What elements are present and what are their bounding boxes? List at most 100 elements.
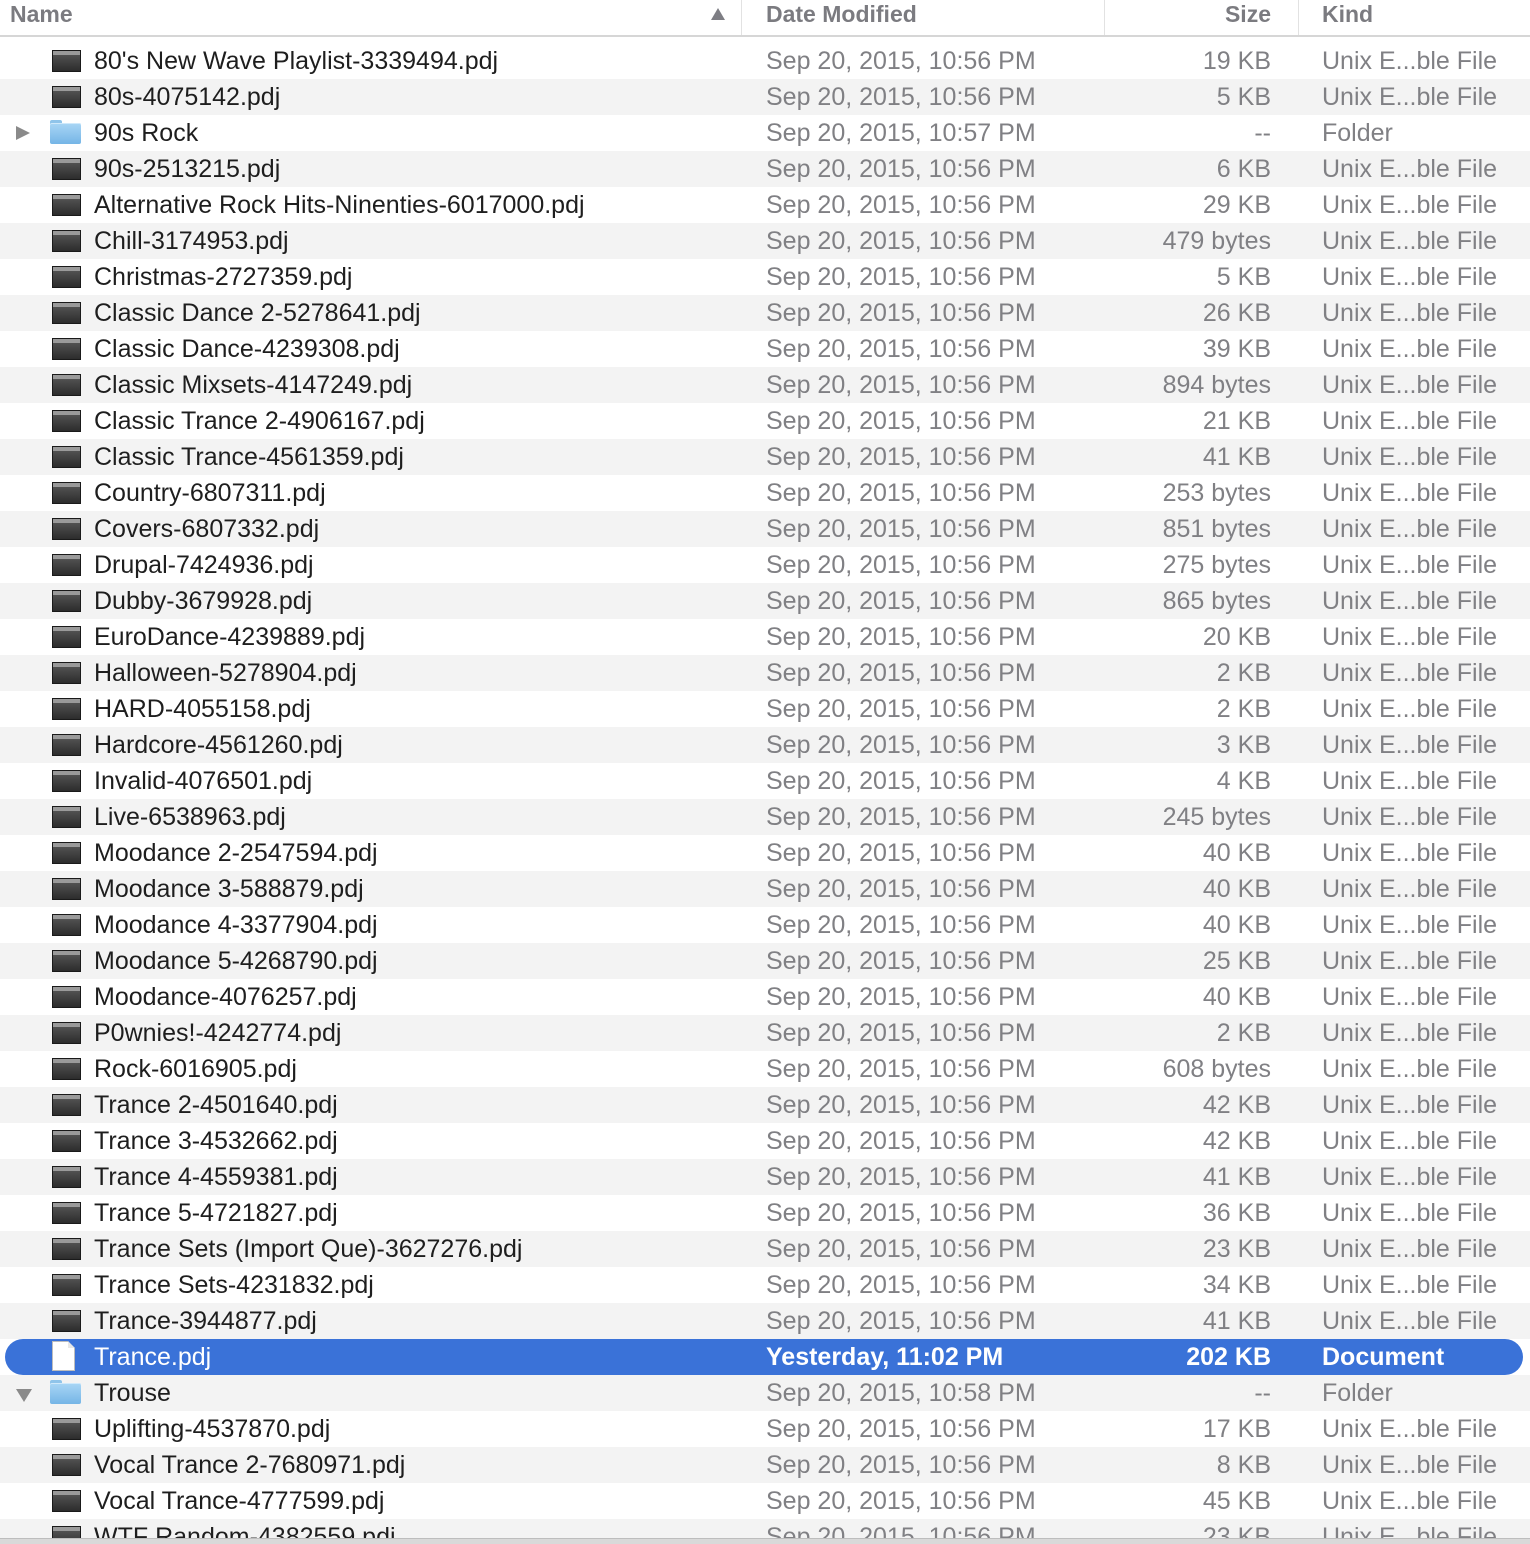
exec-icon [52, 626, 81, 648]
exec-icon [52, 914, 81, 936]
exec-icon [52, 374, 81, 396]
folder-row[interactable]: 90s Rock Sep 20, 2015, 10:57 PM -- Folder [0, 115, 1530, 151]
file-name: Trance-3944877.pdj [94, 1307, 317, 1335]
file-size: 253 bytes [1162, 479, 1271, 507]
column-header-date-modified[interactable]: Date Modified [743, 0, 1105, 35]
folder-icon [50, 1380, 81, 1404]
exec-icon [52, 1418, 81, 1440]
file-size: 36 KB [1202, 1199, 1271, 1227]
file-kind: Unix E...ble File [1322, 911, 1498, 939]
file-row[interactable]: Rock-6016905.pdj Sep 20, 2015, 10:56 PM 60… [0, 1051, 1530, 1087]
file-name: Alternative Rock Hits-Ninenties-6017000.… [94, 191, 585, 219]
file-row[interactable]: Trance 4-4559381.pdj Sep 20, 2015, 10:56 … [0, 1159, 1530, 1195]
file-name: Classic Mixsets-4147249.pdj [94, 371, 413, 399]
exec-icon [52, 1058, 81, 1080]
file-size: 851 bytes [1162, 515, 1271, 543]
column-header-bar: Name Date Modified Size Kind [0, 0, 1530, 37]
exec-icon [52, 1310, 81, 1332]
file-row[interactable]: Hardcore-4561260.pdj Sep 20, 2015, 10:56 … [0, 727, 1530, 763]
exec-icon [52, 1130, 81, 1152]
file-row[interactable]: Moodance 3-588879.pdj Sep 20, 2015, 10:56… [0, 871, 1530, 907]
file-row[interactable]: 90s-2513215.pdj Sep 20, 2015, 10:56 PM 6 K… [0, 151, 1530, 187]
file-row[interactable]: Trance Sets (Import Que)-3627276.pdj Sep … [0, 1231, 1530, 1267]
file-size: 41 KB [1202, 1163, 1271, 1191]
file-row[interactable]: EuroDance-4239889.pdj Sep 20, 2015, 10:56… [0, 619, 1530, 655]
file-row[interactable]: Classic Dance-4239308.pdj Sep 20, 2015, 1… [0, 331, 1530, 367]
file-row[interactable]: Trance Sets-4231832.pdj Sep 20, 2015, 10:… [0, 1267, 1530, 1303]
file-row[interactable]: Moodance 2-2547594.pdj Sep 20, 2015, 10:5… [0, 835, 1530, 871]
file-kind: Unix E...ble File [1322, 1019, 1498, 1047]
file-row[interactable]: Covers-6807332.pdj Sep 20, 2015, 10:56 PM… [0, 511, 1530, 547]
file-kind: Unix E...ble File [1322, 443, 1498, 471]
file-row[interactable]: Halloween-5278904.pdj Sep 20, 2015, 10:56… [0, 655, 1530, 691]
file-row[interactable]: Moodance 4-3377904.pdj Sep 20, 2015, 10:5… [0, 907, 1530, 943]
file-row[interactable]: Live-6538963.pdj Sep 20, 2015, 10:56 PM 24… [0, 799, 1530, 835]
file-size: 39 KB [1202, 335, 1271, 363]
file-row[interactable]: P0wnies!-4242774.pdj Sep 20, 2015, 10:56 … [0, 1015, 1530, 1051]
file-size: 2 KB [1216, 695, 1271, 723]
file-kind: Unix E...ble File [1322, 695, 1498, 723]
file-row[interactable]: Chill-3174953.pdj Sep 20, 2015, 10:56 PM 4… [0, 223, 1530, 259]
file-row[interactable]: WTF Random-4382559.pdj Sep 20, 2015, 10:5… [0, 1519, 1530, 1538]
sort-ascending-icon[interactable] [711, 8, 725, 20]
column-header-size[interactable]: Size [1106, 0, 1299, 35]
file-row[interactable]: Classic Mixsets-4147249.pdj Sep 20, 2015,… [0, 367, 1530, 403]
file-size: -- [1254, 1379, 1271, 1407]
file-size: 40 KB [1202, 983, 1271, 1011]
file-size: 42 KB [1202, 1127, 1271, 1155]
file-size: 479 bytes [1162, 227, 1271, 255]
column-header-kind[interactable]: Kind [1300, 0, 1530, 35]
file-date-modified: Sep 20, 2015, 10:56 PM [766, 227, 1036, 255]
file-date-modified: Sep 20, 2015, 10:56 PM [766, 155, 1036, 183]
file-name: Trance 4-4559381.pdj [94, 1163, 338, 1191]
file-row[interactable]: Trance.pdj Yesterday, 11:02 PM 202 KB Docum… [5, 1339, 1523, 1375]
file-date-modified: Sep 20, 2015, 10:56 PM [766, 983, 1036, 1011]
file-row[interactable]: Invalid-4076501.pdj Sep 20, 2015, 10:56 P… [0, 763, 1530, 799]
file-row[interactable]: Drupal-7424936.pdj Sep 20, 2015, 10:56 PM… [0, 547, 1530, 583]
file-row[interactable]: Classic Dance 2-5278641.pdj Sep 20, 2015,… [0, 295, 1530, 331]
file-row[interactable]: Vocal Trance 2-7680971.pdj Sep 20, 2015, … [0, 1447, 1530, 1483]
folder-row[interactable]: Trouse Sep 20, 2015, 10:58 PM -- Folder [0, 1375, 1530, 1411]
exec-icon [52, 1490, 81, 1512]
file-row[interactable]: Classic Trance-4561359.pdj Sep 20, 2015, … [0, 439, 1530, 475]
file-row[interactable]: Dubby-3679928.pdj Sep 20, 2015, 10:56 PM 8… [0, 583, 1530, 619]
exec-icon [52, 50, 81, 72]
file-kind: Document [1322, 1343, 1445, 1371]
file-name: P0wnies!-4242774.pdj [94, 1019, 342, 1047]
file-date-modified: Sep 20, 2015, 10:56 PM [766, 659, 1036, 687]
file-name: Moodance 2-2547594.pdj [94, 839, 378, 867]
file-row[interactable]: 80's New Wave Playlist-3339494.pdj Sep 20… [0, 43, 1530, 79]
file-name: Classic Trance 2-4906167.pdj [94, 407, 425, 435]
file-kind: Unix E...ble File [1322, 767, 1498, 795]
file-row[interactable]: HARD-4055158.pdj Sep 20, 2015, 10:56 PM 2 … [0, 691, 1530, 727]
file-row[interactable]: Trance 3-4532662.pdj Sep 20, 2015, 10:56 … [0, 1123, 1530, 1159]
file-row[interactable]: Christmas-2727359.pdj Sep 20, 2015, 10:56… [0, 259, 1530, 295]
file-date-modified: Sep 20, 2015, 10:56 PM [766, 695, 1036, 723]
file-date-modified: Sep 20, 2015, 10:56 PM [766, 515, 1036, 543]
file-kind: Unix E...ble File [1322, 947, 1498, 975]
file-date-modified: Sep 20, 2015, 10:56 PM [766, 1235, 1036, 1263]
file-row[interactable]: Moodance 5-4268790.pdj Sep 20, 2015, 10:5… [0, 943, 1530, 979]
disclosure-open-icon[interactable] [16, 1389, 32, 1402]
file-row[interactable]: Alternative Rock Hits-Ninenties-6017000.… [0, 187, 1530, 223]
file-row[interactable]: Country-6807311.pdj Sep 20, 2015, 10:56 P… [0, 475, 1530, 511]
file-row[interactable]: Trance-3944877.pdj Sep 20, 2015, 10:56 PM… [0, 1303, 1530, 1339]
disclosure-closed-icon[interactable] [16, 126, 30, 140]
file-name: 80s-4075142.pdj [94, 83, 281, 111]
file-list[interactable]: 80's New Wave Playlist-3339494.pdj Sep 20… [0, 43, 1530, 1538]
file-name: Moodance-4076257.pdj [94, 983, 357, 1011]
file-row[interactable]: Moodance-4076257.pdj Sep 20, 2015, 10:56 … [0, 979, 1530, 1015]
file-row[interactable]: Trance 5-4721827.pdj Sep 20, 2015, 10:56 … [0, 1195, 1530, 1231]
column-header-name[interactable]: Name [0, 0, 742, 35]
exec-icon [52, 1274, 81, 1296]
file-name: Classic Trance-4561359.pdj [94, 443, 404, 471]
file-name: Christmas-2727359.pdj [94, 263, 353, 291]
file-size: 5 KB [1216, 83, 1271, 111]
file-row[interactable]: Trance 2-4501640.pdj Sep 20, 2015, 10:56 … [0, 1087, 1530, 1123]
file-row[interactable]: Vocal Trance-4777599.pdj Sep 20, 2015, 10… [0, 1483, 1530, 1519]
file-row[interactable]: 80s-4075142.pdj Sep 20, 2015, 10:56 PM 5 K… [0, 79, 1530, 115]
file-kind: Unix E...ble File [1322, 587, 1498, 615]
file-date-modified: Sep 20, 2015, 10:56 PM [766, 803, 1036, 831]
file-row[interactable]: Classic Trance 2-4906167.pdj Sep 20, 2015… [0, 403, 1530, 439]
file-row[interactable]: Uplifting-4537870.pdj Sep 20, 2015, 10:56… [0, 1411, 1530, 1447]
